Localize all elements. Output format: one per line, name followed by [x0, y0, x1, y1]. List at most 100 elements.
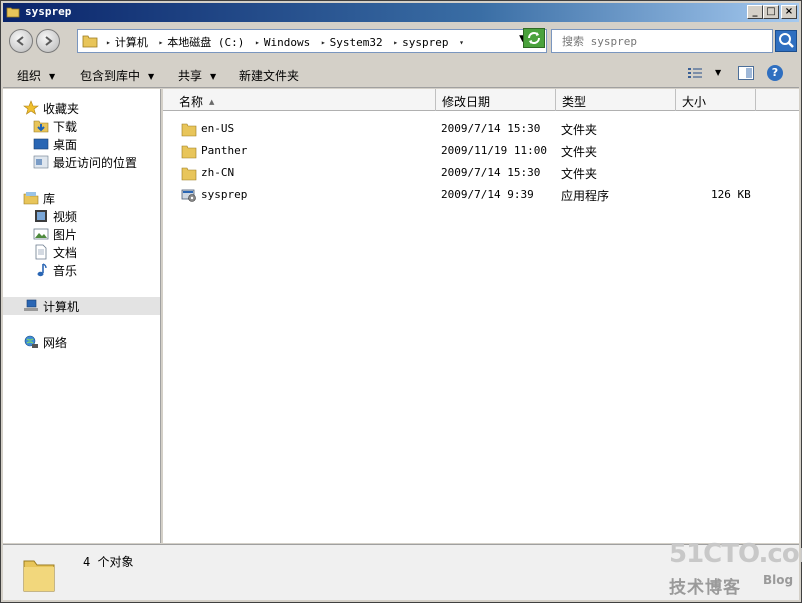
include-library-menu[interactable]: 包含到库中 ▼: [80, 67, 154, 84]
forward-button[interactable]: [36, 29, 60, 53]
maximize-button[interactable]: □: [763, 5, 779, 19]
nav-favorites[interactable]: 收藏夹: [23, 99, 153, 117]
desktop-icon: [33, 138, 49, 150]
recent-places-icon: [33, 155, 49, 169]
nav-recent[interactable]: 最近访问的位置: [33, 153, 158, 171]
arrow-left-icon: [16, 36, 24, 46]
file-modified: 2009/7/14 15:30: [441, 166, 541, 179]
file-type: 应用程序: [561, 189, 610, 203]
nav-videos-label: 视频: [53, 210, 78, 224]
folder-icon: [82, 35, 98, 48]
file-name: Panther: [201, 144, 248, 157]
chevron-right-icon[interactable]: ▸: [255, 38, 260, 47]
chevron-right-icon[interactable]: ▸: [321, 38, 326, 47]
computer-icon: [24, 299, 38, 311]
nav-desktop-label: 桌面: [53, 138, 78, 152]
search-icon: [779, 33, 794, 48]
breadcrumb-sysprep[interactable]: sysprep: [402, 36, 448, 49]
title-bar[interactable]: sysprep _ □ ×: [3, 3, 799, 22]
close-button[interactable]: ×: [781, 5, 797, 19]
search-button[interactable]: [775, 30, 797, 52]
library-icon: [23, 192, 39, 205]
folder-icon: [6, 7, 20, 18]
breadcrumb-system32[interactable]: System32: [330, 36, 383, 49]
back-button[interactable]: [9, 29, 33, 53]
nav-library-label: 库: [43, 192, 56, 206]
table-row[interactable]: sysprep 2009/7/14 9:39 应用程序 126 KB: [163, 185, 799, 205]
search-box[interactable]: [551, 29, 773, 53]
table-row[interactable]: en-US 2009/7/14 15:30 文件夹: [163, 119, 799, 139]
nav-documents-label: 文档: [53, 246, 78, 260]
picture-icon: [33, 228, 49, 240]
nav-recent-label: 最近访问的位置: [53, 156, 138, 170]
file-name: zh-CN: [201, 166, 235, 179]
address-bar[interactable]: ▸ 计算机 ▸ 本地磁盘 (C:) ▸ Windows ▸ System32 ▸ sysp…: [77, 29, 547, 53]
breadcrumb-windows[interactable]: Windows: [264, 36, 310, 49]
nav-pictures[interactable]: 图片: [33, 225, 153, 243]
nav-music[interactable]: 音乐: [33, 261, 153, 279]
command-bar: 组织 ▼ 包含到库中 ▼ 共享 ▼ 新建文件夹 ▼ ?: [3, 60, 799, 88]
table-row[interactable]: Panther 2009/11/19 11:00 文件夹: [163, 141, 799, 161]
caret-down-icon: ▼: [49, 72, 56, 81]
window-title: sysprep: [25, 5, 72, 18]
preview-pane-icon[interactable]: [738, 66, 754, 80]
column-name-label: 名称: [179, 95, 204, 109]
chevron-right-icon[interactable]: ▸: [158, 38, 163, 47]
breadcrumb: ▸ 计算机 ▸ 本地磁盘 (C:) ▸ Windows ▸ System32 ▸ sysp…: [102, 34, 468, 50]
nav-library[interactable]: 库: [23, 189, 153, 207]
video-icon: [35, 210, 47, 222]
watermark-label: 技术博客: [669, 578, 741, 598]
nav-downloads[interactable]: 下载: [33, 117, 153, 135]
breadcrumb-computer[interactable]: 计算机: [115, 36, 148, 49]
column-type[interactable]: 类型: [556, 89, 676, 111]
nav-network-label: 网络: [43, 336, 68, 350]
application-icon: [181, 189, 196, 202]
organize-label: 组织: [17, 69, 42, 83]
document-icon: [35, 244, 47, 260]
table-row[interactable]: zh-CN 2009/7/14 15:30 文件夹: [163, 163, 799, 183]
nav-network[interactable]: 网络: [23, 333, 153, 351]
file-name: sysprep: [201, 188, 248, 201]
refresh-button[interactable]: [523, 28, 545, 48]
chevron-right-icon[interactable]: ▸: [106, 38, 111, 47]
chevron-down-icon[interactable]: ▾: [459, 38, 464, 47]
nav-documents[interactable]: 文档: [33, 243, 153, 261]
watermark-blog: Blog: [763, 573, 794, 587]
column-modified[interactable]: 修改日期: [436, 89, 556, 111]
nav-desktop[interactable]: 桌面: [33, 135, 153, 153]
nav-computer-label: 计算机: [43, 300, 80, 314]
file-modified: 2009/11/19 11:00: [441, 144, 547, 157]
nav-videos[interactable]: 视频: [33, 207, 153, 225]
share-menu[interactable]: 共享 ▼: [178, 67, 216, 84]
caret-down-icon: ▼: [210, 72, 217, 81]
navigation-pane: 收藏夹 下载 桌面 最近访问的位置 库 视频 图片 文档 音乐 计算机 网络: [3, 89, 161, 543]
downloads-folder-icon: [33, 120, 49, 133]
star-icon: [23, 100, 39, 115]
site-watermark: 51CTO.com 技术博客 Blog: [665, 539, 802, 601]
new-folder-button[interactable]: 新建文件夹: [239, 67, 299, 84]
nav-computer[interactable]: 计算机: [3, 297, 160, 315]
column-name[interactable]: 名称 ▲: [173, 89, 436, 111]
file-type: 文件夹: [561, 145, 598, 159]
new-folder-label: 新建文件夹: [239, 69, 300, 83]
file-size: 126 KB: [711, 188, 751, 201]
column-header: 名称 ▲ 修改日期 类型 大小: [163, 89, 799, 111]
folder-icon: [23, 560, 55, 592]
refresh-icon: [528, 32, 540, 44]
share-label: 共享: [178, 69, 203, 83]
view-dropdown-icon[interactable]: ▼: [715, 68, 721, 77]
file-modified: 2009/7/14 15:30: [441, 122, 541, 135]
minimize-button[interactable]: _: [747, 5, 763, 19]
network-icon: [24, 335, 38, 348]
breadcrumb-local-disk[interactable]: 本地磁盘 (C:): [167, 36, 244, 49]
file-modified: 2009/7/14 9:39: [441, 188, 534, 201]
nav-pictures-label: 图片: [53, 228, 78, 242]
view-options-icon[interactable]: [687, 66, 703, 80]
organize-menu[interactable]: 组织 ▼: [17, 67, 55, 84]
file-type: 文件夹: [561, 123, 598, 137]
column-size[interactable]: 大小: [676, 89, 756, 111]
column-modified-label: 修改日期: [442, 95, 491, 109]
chevron-right-icon[interactable]: ▸: [393, 38, 398, 47]
search-input[interactable]: [552, 30, 772, 52]
help-icon[interactable]: ?: [767, 65, 783, 81]
